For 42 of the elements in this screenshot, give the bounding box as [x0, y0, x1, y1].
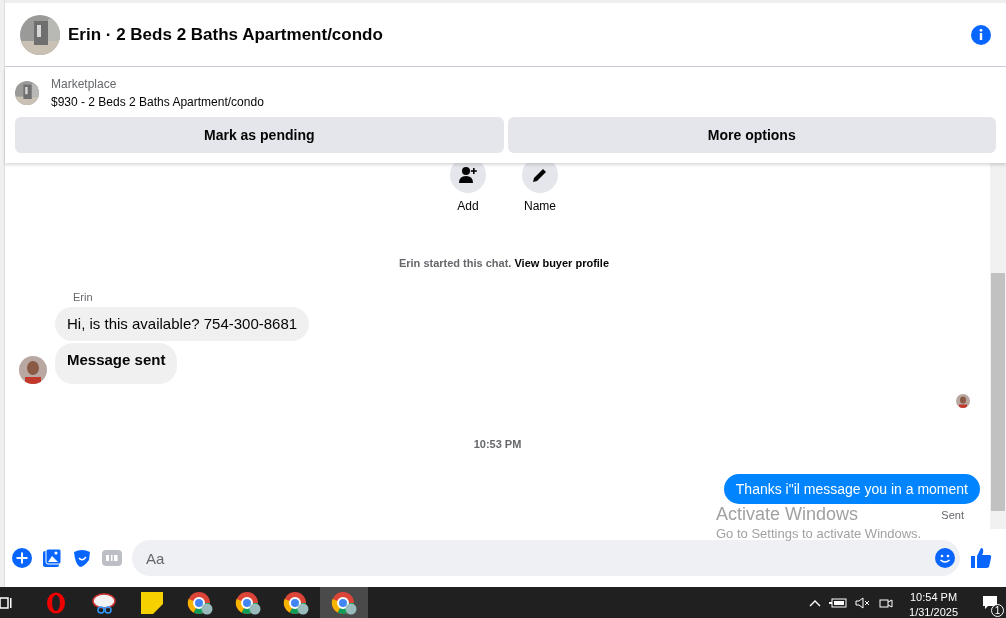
- thumbs-up-icon[interactable]: [970, 547, 992, 569]
- image-icon[interactable]: [42, 548, 62, 568]
- buyer-profile-link[interactable]: View buyer profile: [514, 257, 610, 269]
- browser-icon: [331, 590, 357, 615]
- plus-icon[interactable]: [12, 548, 32, 568]
- browser-icon: [283, 590, 309, 615]
- clock-time: 10:54 PM: [910, 590, 958, 605]
- sticky-note-icon: [141, 591, 163, 614]
- clock-date: 1/31/2025: [909, 605, 958, 618]
- browser-icon: [235, 590, 261, 615]
- message-bubble: Message sent: [55, 343, 178, 384]
- message-input[interactable]: Aa: [144, 548, 934, 568]
- clock[interactable]: 10:54 PM 1/31/2025: [901, 587, 966, 618]
- chat-notice: Erin started this chat. View buyer profile: [397, 257, 611, 269]
- opera-icon: [46, 591, 66, 614]
- person-add-icon: [458, 166, 478, 184]
- action-button[interactable]: More options: [507, 117, 996, 153]
- activation-notice-title: Activate Windows: [716, 504, 860, 525]
- delivery-status: Sent: [941, 509, 964, 521]
- message-bubble: Thanks i"il message you in a moment: [723, 474, 980, 504]
- notification-count: 1: [991, 603, 1004, 617]
- browser-icon: [187, 590, 213, 615]
- action-button[interactable]: Mark as pending: [15, 117, 504, 153]
- scissors-icon: [92, 591, 116, 614]
- avatar: [956, 394, 970, 408]
- pencil-icon: [531, 166, 549, 184]
- chat-title: Erin · 2 Beds 2 Baths Apartment/condo: [68, 24, 384, 45]
- emoji-icon[interactable]: [934, 547, 956, 569]
- battery-icon[interactable]: [829, 597, 848, 608]
- message-field[interactable]: Aa: [132, 540, 960, 576]
- message-bubble: Hi, is this available? 754-300-8681: [55, 307, 310, 341]
- taskbar-app[interactable]: [320, 587, 368, 618]
- timestamp: 10:53 PM: [472, 438, 523, 450]
- chevron-up-icon[interactable]: [809, 598, 822, 607]
- listing-title: $930 - 2 Beds 2 Baths Apartment/condo: [51, 94, 264, 111]
- task-view-icon[interactable]: [0, 594, 12, 611]
- sender-name: Erin: [73, 291, 94, 303]
- listing-source: Marketplace: [51, 76, 118, 93]
- muted-speaker-icon[interactable]: [855, 596, 872, 609]
- info-icon[interactable]: [970, 23, 992, 46]
- scrollbar[interactable]: [990, 163, 1006, 529]
- activation-notice-text: Go to Settings to activate Windows.: [716, 527, 922, 541]
